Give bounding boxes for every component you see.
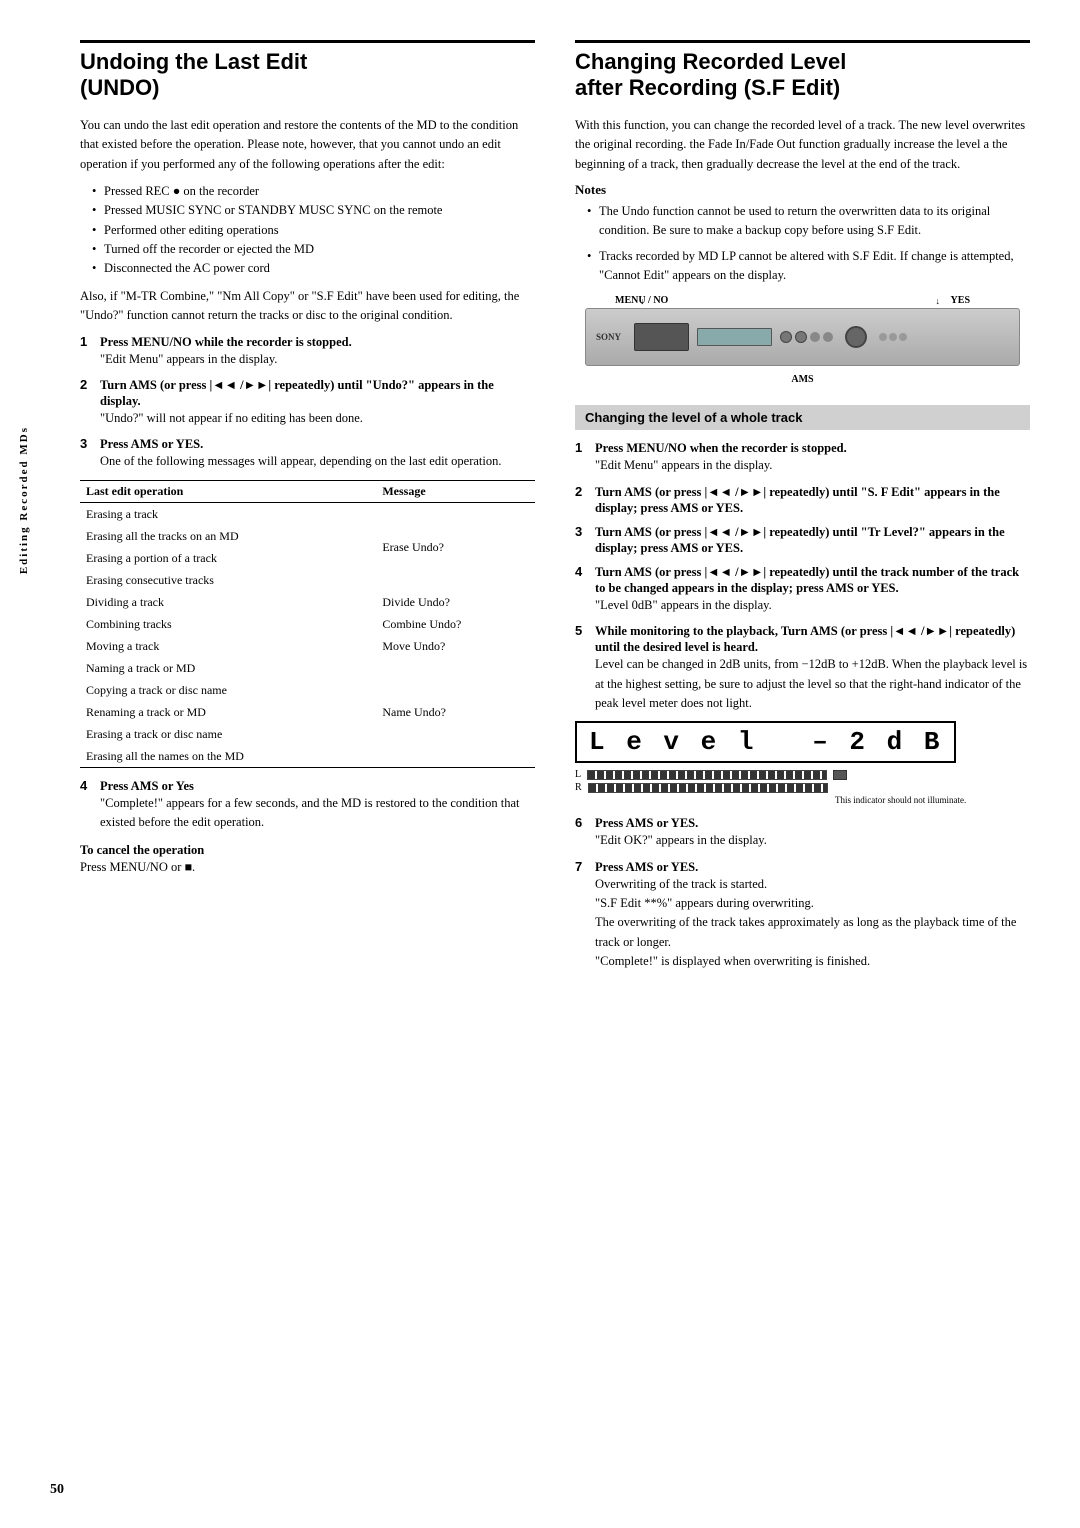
- table-header-message: Message: [376, 480, 535, 502]
- also-text: Also, if "M-TR Combine," "Nm All Copy" o…: [80, 287, 535, 326]
- edit-table: Last edit operation Message Erasing a tr…: [80, 480, 535, 768]
- left-title: Undoing the Last Edit (UNDO): [80, 49, 535, 102]
- list-item: Performed other editing operations: [92, 221, 535, 240]
- level-display-area: L e v e l – 2 d B L R This indicator sho…: [575, 721, 1030, 805]
- step-4: 4 Press AMS or Yes "Complete!" appears f…: [80, 778, 535, 833]
- table-row: Moving a trackMove Undo?: [80, 635, 535, 657]
- cancel-section: To cancel the operation Press MENU/NO or…: [80, 842, 535, 877]
- yes-label: YES: [951, 295, 970, 306]
- step-1: 1 Press MENU/NO while the recorder is st…: [80, 334, 535, 369]
- right-step-6: 6 Press AMS or YES. "Edit OK?" appears i…: [575, 815, 1030, 850]
- left-intro: You can undo the last edit operation and…: [80, 116, 535, 174]
- list-item: Disconnected the AC power cord: [92, 259, 535, 278]
- right-step-2: 2 Turn AMS (or press |◄◄ /►►| repeatedly…: [575, 484, 1030, 516]
- right-intro: With this function, you can change the r…: [575, 116, 1030, 174]
- meter-bar-l: [587, 770, 827, 780]
- meter-wrapper: L R This indicator should not illuminate…: [575, 769, 1030, 805]
- list-item: Turned off the recorder or ejected the M…: [92, 240, 535, 259]
- page-number: 50: [50, 1482, 64, 1498]
- device-diagram: MENU / NO YES SONY: [575, 295, 1030, 395]
- table-row: Combining tracksCombine Undo?: [80, 613, 535, 635]
- right-step-4: 4 Turn AMS (or press |◄◄ /►►| repeatedly…: [575, 564, 1030, 615]
- over-indicator: [833, 770, 847, 780]
- ams-label: AMS: [791, 374, 813, 385]
- bullet-list: Pressed REC ● on the recorder Pressed MU…: [92, 182, 535, 279]
- right-step-7: 7 Press AMS or YES. Overwriting of the t…: [575, 859, 1030, 972]
- step-3: 3 Press AMS or YES. One of the following…: [80, 436, 535, 471]
- table-row: Naming a track or MDName Undo?: [80, 657, 535, 679]
- level-display: L e v e l – 2 d B: [575, 721, 956, 763]
- notes-list: The Undo function cannot be used to retu…: [587, 202, 1030, 286]
- left-column: Undoing the Last Edit (UNDO) You can und…: [80, 40, 535, 980]
- note-item: Tracks recorded by MD LP cannot be alter…: [587, 247, 1030, 286]
- meter-bar-r: [588, 783, 828, 793]
- list-item: Pressed REC ● on the recorder: [92, 182, 535, 201]
- left-section-header: Undoing the Last Edit (UNDO): [80, 40, 535, 102]
- table-row: Erasing a trackErase Undo?: [80, 502, 535, 525]
- right-step-1: 1 Press MENU/NO when the recorder is sto…: [575, 440, 1030, 475]
- table-row: Dividing a trackDivide Undo?: [80, 591, 535, 613]
- notes-section: Notes The Undo function cannot be used t…: [575, 182, 1030, 286]
- note-item: The Undo function cannot be used to retu…: [587, 202, 1030, 241]
- table-header-operation: Last edit operation: [80, 480, 376, 502]
- right-step-5: 5 While monitoring to the playback, Turn…: [575, 623, 1030, 713]
- right-step-3: 3 Turn AMS (or press |◄◄ /►►| repeatedly…: [575, 524, 1030, 556]
- step-2: 2 Turn AMS (or press |◄◄ /►►| repeatedly…: [80, 377, 535, 428]
- list-item: Pressed MUSIC SYNC or STANDBY MUSC SYNC …: [92, 201, 535, 220]
- meter-indicator-label: This indicator should not illuminate.: [835, 795, 1030, 805]
- right-section-header: Changing Recorded Level after Recording …: [575, 40, 1030, 102]
- right-title: Changing Recorded Level after Recording …: [575, 49, 1030, 102]
- highlight-box: Changing the level of a whole track: [575, 405, 1030, 430]
- notes-title: Notes: [575, 182, 1030, 198]
- right-column: Changing Recorded Level after Recording …: [575, 40, 1030, 980]
